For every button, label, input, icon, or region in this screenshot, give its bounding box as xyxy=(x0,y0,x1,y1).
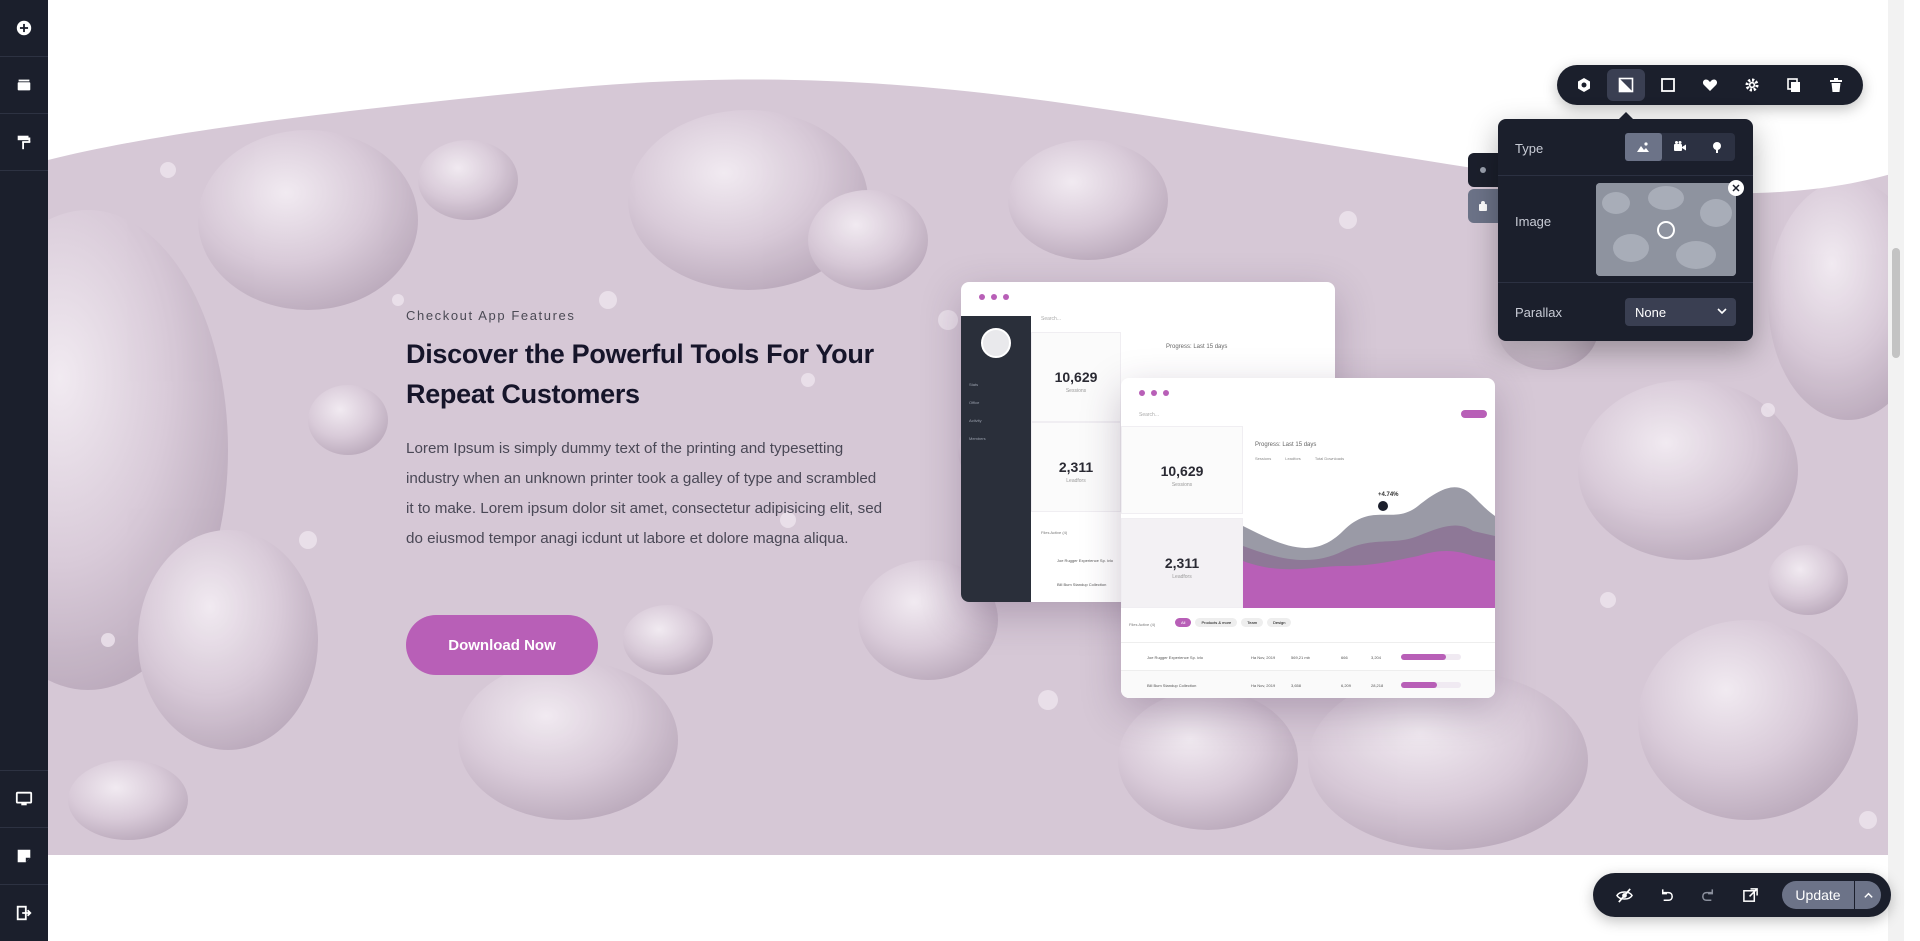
trash-icon xyxy=(1830,78,1842,92)
mock-sidebar: Stats Office Activity Members xyxy=(961,316,1031,602)
sticky-note-icon xyxy=(17,849,31,863)
mock-filters: All Products & more Team Design xyxy=(1175,618,1292,627)
mock-nav-item: Office xyxy=(969,400,980,405)
mock-progress-label: Progress: Last 15 days xyxy=(1255,442,1317,448)
duplicate-button[interactable] xyxy=(1775,69,1813,101)
mock-search: Search... xyxy=(1139,412,1160,418)
mock-files-label: Files Active (4) xyxy=(1129,622,1156,627)
mock-area-chart xyxy=(1243,487,1495,608)
add-element-button[interactable] xyxy=(0,0,48,56)
sign-out-icon xyxy=(16,905,32,921)
undo-button[interactable] xyxy=(1645,879,1687,911)
background-image-thumbnail[interactable] xyxy=(1596,183,1736,276)
chevron-down-icon xyxy=(1717,308,1727,315)
image-picker-ring xyxy=(1657,221,1675,239)
parallax-value: None xyxy=(1635,304,1667,320)
hero-eyebrow: Checkout App Features xyxy=(406,308,576,323)
dashboard-mockup-front: Search... 10,629 Sessions 2,311 Leadfors… xyxy=(1121,378,1495,698)
mock-stat-card: 10,629 Sessions xyxy=(1121,426,1243,514)
exit-editor-button[interactable] xyxy=(0,885,48,941)
type-row: Type xyxy=(1498,119,1753,176)
mock-files-label: Files Active (4) xyxy=(1041,530,1068,535)
paint-roller-icon xyxy=(17,135,31,150)
chevron-up-icon xyxy=(1863,892,1873,898)
plus-circle-icon xyxy=(16,20,32,36)
remove-image-button[interactable]: ✕ xyxy=(1728,180,1744,196)
mock-legend: Sessions Leadfors Total Downloads xyxy=(1255,456,1345,461)
preview-toggle-button[interactable] xyxy=(1603,879,1645,911)
delete-button[interactable] xyxy=(1817,69,1855,101)
update-options-button[interactable] xyxy=(1855,881,1881,909)
external-link-icon xyxy=(1742,887,1758,902)
hero-body-text: Lorem Ipsum is simply dummy text of the … xyxy=(406,440,883,547)
type-color-option[interactable] xyxy=(1698,133,1735,161)
mock-avatar xyxy=(981,328,1011,358)
border-button[interactable] xyxy=(1649,69,1687,101)
color-dot-icon xyxy=(1712,142,1721,153)
section-settings-button[interactable] xyxy=(1565,69,1603,101)
hexagon-settings-icon xyxy=(1578,78,1590,92)
eye-slash-icon xyxy=(1615,887,1633,903)
popover-side-tabs xyxy=(1468,153,1498,223)
vertical-scrollbar[interactable] xyxy=(1888,0,1904,941)
side-tab-paint[interactable] xyxy=(1468,189,1498,223)
layers-icon xyxy=(17,79,31,91)
parallax-label: Parallax xyxy=(1515,305,1562,320)
layers-button[interactable] xyxy=(0,57,48,113)
gear-icon xyxy=(1745,78,1759,92)
redo-button[interactable] xyxy=(1687,879,1729,911)
notes-button[interactable] xyxy=(0,828,48,884)
duplicate-icon xyxy=(1787,78,1800,92)
type-image-option[interactable] xyxy=(1625,133,1662,161)
mock-nav-item: Members xyxy=(969,436,986,441)
window-dots xyxy=(1139,390,1169,396)
editor-bottom-bar: Update xyxy=(1593,873,1891,917)
mock-row: Bill Bum Standup Collection Ha Nov, 2019… xyxy=(1121,670,1495,698)
background-popover: Type Image ✕ Parallax None xyxy=(1498,112,1753,341)
mock-row: Joe Rugger Experience Sp. ivlo Ha Nov, 2… xyxy=(1121,642,1495,670)
window-dots xyxy=(979,294,1009,300)
redo-icon xyxy=(1701,888,1713,901)
type-label: Type xyxy=(1515,141,1544,156)
video-icon xyxy=(1674,141,1686,151)
type-segmented-control xyxy=(1625,133,1735,161)
mock-stat-card: 2,311 Leadfors xyxy=(1031,422,1121,512)
hero-headline: Discover the Powerful Tools For Your Rep… xyxy=(406,339,874,409)
open-page-button[interactable] xyxy=(1729,879,1771,911)
style-button[interactable] xyxy=(0,114,48,170)
update-button[interactable]: Update xyxy=(1782,881,1854,909)
mock-nav-item: Activity xyxy=(969,418,982,423)
mock-row: Bill Bum Standup Collection xyxy=(1057,582,1107,587)
dot-icon xyxy=(1480,167,1486,173)
element-toolbar xyxy=(1557,65,1863,105)
responsive-view-button[interactable] xyxy=(0,771,48,827)
scroll-thumb[interactable] xyxy=(1892,248,1900,358)
download-now-button[interactable]: Download Now xyxy=(406,615,598,675)
editor-sidebar xyxy=(0,0,48,941)
type-video-option[interactable] xyxy=(1662,133,1699,161)
monitor-icon xyxy=(15,791,33,806)
background-button[interactable] xyxy=(1607,69,1645,101)
side-tab-dot[interactable] xyxy=(1468,153,1498,187)
mock-nav-item: Stats xyxy=(969,382,979,387)
paint-bucket-icon xyxy=(1479,201,1487,211)
undo-icon xyxy=(1661,888,1673,901)
parallax-select[interactable]: None xyxy=(1625,298,1736,326)
favorite-button[interactable] xyxy=(1691,69,1729,101)
border-icon xyxy=(1661,78,1675,92)
mock-chart-badge: +4.74% xyxy=(1378,492,1399,498)
heart-icon xyxy=(1702,79,1718,91)
mock-row: Joe Rugger Experience Sp. ivlo xyxy=(1057,558,1114,563)
image-icon xyxy=(1637,142,1650,152)
mock-search: Search... xyxy=(1041,316,1062,322)
image-label: Image xyxy=(1515,214,1552,229)
mock-stat-card: 10,629 Sessions xyxy=(1031,332,1121,422)
mock-progress-label: Progress: Last 15 days xyxy=(1166,344,1228,350)
settings-button[interactable] xyxy=(1733,69,1771,101)
mock-action-pill xyxy=(1461,410,1487,418)
mock-stat-card: 2,311 Leadfors xyxy=(1121,518,1243,608)
background-icon xyxy=(1618,77,1634,93)
